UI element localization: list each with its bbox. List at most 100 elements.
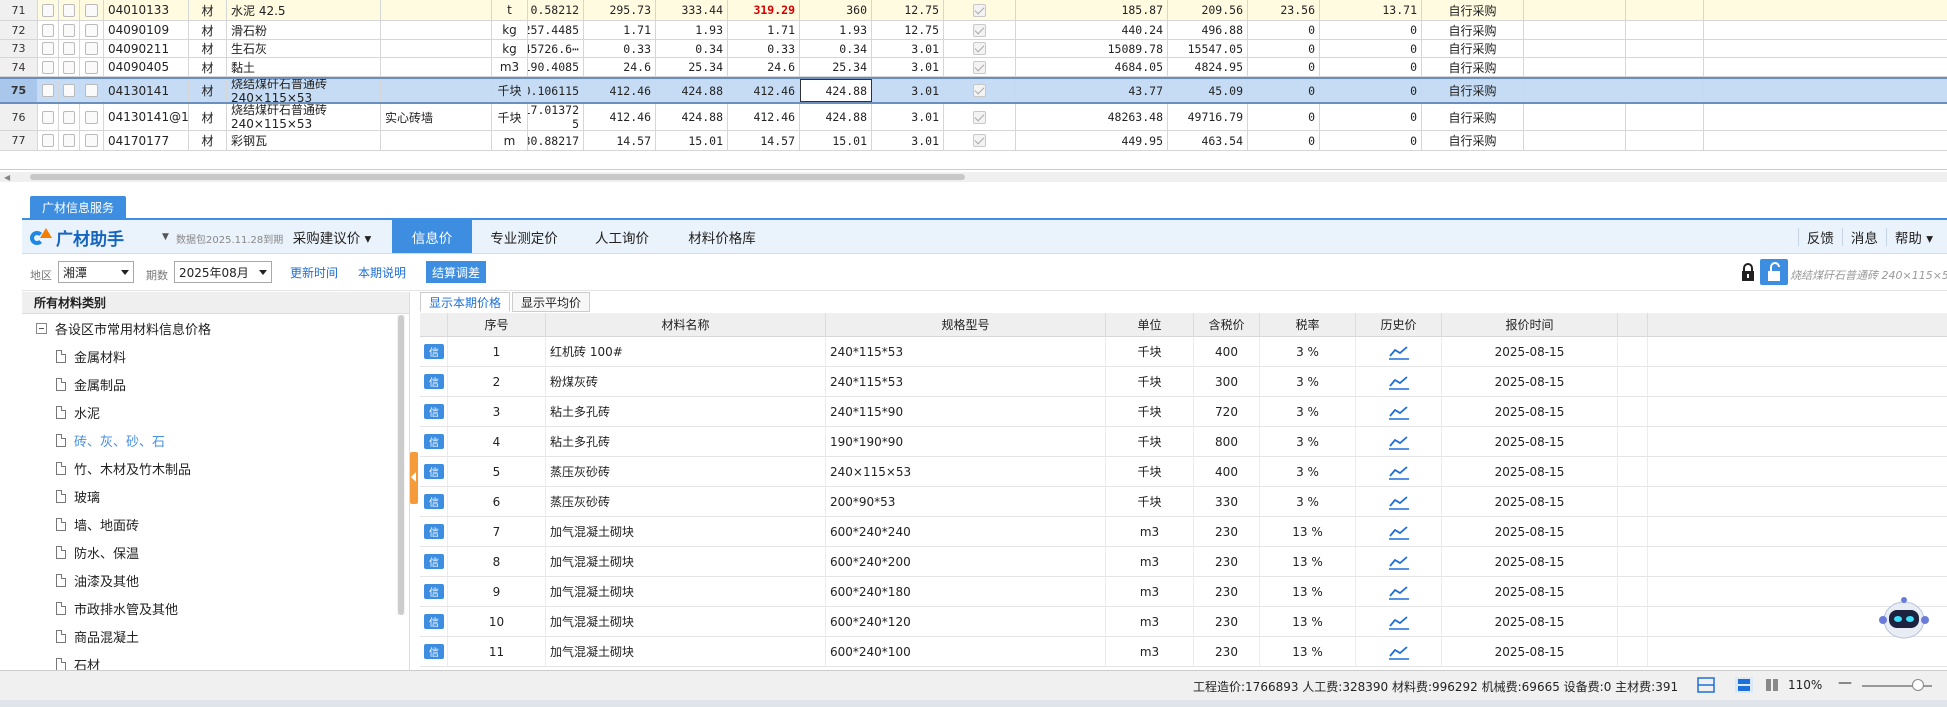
- checkbox[interactable]: [42, 3, 54, 17]
- table-row[interactable]: 信 2 粉煤灰砖 240*115*53 千块 300 3 % 2025-08-15: [420, 367, 1947, 397]
- tax-rate[interactable]: 3 %: [1260, 367, 1356, 396]
- tax-rate[interactable]: 12.75: [872, 21, 944, 39]
- feedback-link[interactable]: 反馈: [1797, 227, 1842, 247]
- tree-node[interactable]: 市政排水管及其他: [22, 594, 409, 622]
- row-checkbox-cell[interactable]: [80, 21, 104, 39]
- price-inc-tax[interactable]: 230: [1194, 547, 1260, 576]
- row-checkbox-cell[interactable]: [59, 0, 80, 20]
- tab-purchase-suggest-price[interactable]: 采购建议价 ▾: [272, 220, 392, 253]
- checkbox[interactable]: [85, 3, 98, 17]
- material-spec[interactable]: 600*240*240: [826, 517, 1106, 546]
- checkbox[interactable]: [42, 84, 54, 97]
- scrollbar-thumb[interactable]: [398, 315, 404, 615]
- material-name[interactable]: 加气混凝土砌块: [546, 577, 826, 606]
- lock-price-cell[interactable]: [944, 58, 1016, 76]
- checkbox[interactable]: [63, 84, 75, 97]
- row-seq[interactable]: 1: [448, 337, 546, 366]
- material-name[interactable]: 蒸压灰砂砖: [546, 457, 826, 486]
- guangcai-info-service-tab[interactable]: 广材信息服务: [30, 196, 127, 218]
- history-chart-icon[interactable]: [1388, 374, 1410, 390]
- market-price-inc-tax[interactable]: 25.34: [800, 58, 872, 76]
- history-chart-icon[interactable]: [1388, 584, 1410, 600]
- table-row[interactable]: 信 10 加气混凝土砌块 600*240*120 m3 230 13 % 2025-08-15: [420, 607, 1947, 637]
- tab-info-price[interactable]: 信息价: [392, 220, 472, 253]
- checkbox[interactable]: [85, 60, 98, 74]
- material-code[interactable]: 04170177: [104, 131, 189, 150]
- row-number[interactable]: 73: [0, 40, 38, 57]
- row-seq[interactable]: 2: [448, 367, 546, 396]
- checkbox[interactable]: [63, 23, 75, 37]
- material-quantity[interactable]: 45726.6⋯: [528, 40, 584, 57]
- material-name[interactable]: 烧结煤矸石普通砖 240×115×53: [227, 104, 381, 130]
- row-checkbox-cell[interactable]: [80, 0, 104, 20]
- table-row[interactable]: 信 11 加气混凝土砌块 600*240*100 m3 230 13 % 2025-08-15: [420, 637, 1947, 667]
- top-grid-row[interactable]: 73 04090211 材生石灰 kg 45726.6⋯ 0.33 0.34 0.33 0.34…: [0, 40, 1947, 58]
- tax-rate[interactable]: 3 %: [1260, 337, 1356, 366]
- material-spec[interactable]: 240*115*53: [826, 367, 1106, 396]
- checkbox[interactable]: [85, 110, 98, 124]
- checkbox-checked[interactable]: [973, 134, 986, 147]
- supply-method[interactable]: 自行采购: [1422, 21, 1524, 39]
- lock-price-cell[interactable]: [944, 104, 1016, 130]
- tax-rate[interactable]: 13 %: [1260, 607, 1356, 636]
- history-chart-icon[interactable]: [1388, 524, 1410, 540]
- material-name[interactable]: 加气混凝土砌块: [546, 607, 826, 636]
- row-checkbox-cell[interactable]: [59, 21, 80, 39]
- material-spec[interactable]: 240*115*53: [826, 337, 1106, 366]
- history-chart-icon[interactable]: [1388, 434, 1410, 450]
- material-spec[interactable]: 240×115×53: [826, 457, 1106, 486]
- info-price-badge[interactable]: 信: [424, 374, 444, 389]
- market-price-inc-tax[interactable]: 360: [800, 0, 872, 20]
- tax-rate[interactable]: 12.75: [872, 0, 944, 20]
- row-seq[interactable]: 6: [448, 487, 546, 516]
- tax-rate[interactable]: 13 %: [1260, 517, 1356, 546]
- tab-average-price[interactable]: 显示平均价: [512, 292, 591, 312]
- material-spec[interactable]: [381, 40, 492, 57]
- region-select[interactable]: 湘潭: [58, 261, 134, 283]
- tree-node[interactable]: 竹、木材及竹木制品: [22, 454, 409, 482]
- history-chart-icon[interactable]: [1388, 344, 1410, 360]
- material-spec[interactable]: 600*240*100: [826, 637, 1106, 666]
- material-quantity[interactable]: 30.88217: [528, 131, 584, 150]
- price-inc-tax[interactable]: 300: [1194, 367, 1260, 396]
- material-spec[interactable]: 600*240*200: [826, 547, 1106, 576]
- tab-material-price-library[interactable]: 材料价格库: [668, 220, 776, 253]
- row-checkbox-cell[interactable]: [80, 58, 104, 76]
- tax-rate[interactable]: 3 %: [1260, 487, 1356, 516]
- material-spec[interactable]: [381, 79, 492, 102]
- supply-method[interactable]: 自行采购: [1422, 131, 1524, 150]
- checkbox[interactable]: [85, 134, 98, 147]
- material-name[interactable]: 滑石粉: [227, 21, 381, 39]
- material-name[interactable]: 生石灰: [227, 40, 381, 57]
- material-spec[interactable]: 240*115*90: [826, 397, 1106, 426]
- horizontal-scrollbar[interactable]: ◀: [0, 172, 1947, 182]
- material-name[interactable]: 加气混凝土砌块: [546, 637, 826, 666]
- table-row[interactable]: 信 1 红机砖 100# 240*115*53 千块 400 3 % 2025-08-15: [420, 337, 1947, 367]
- row-checkbox-cell[interactable]: [38, 131, 59, 150]
- tree-root-node[interactable]: 各设区市常用材料信息价格: [22, 314, 409, 342]
- checkbox[interactable]: [85, 42, 98, 55]
- row-checkbox-cell[interactable]: [80, 104, 104, 130]
- top-grid-row[interactable]: 74 04090405 材黏土 m3 190.4085 24.6 25.34 24.6 25.3…: [0, 58, 1947, 77]
- row-checkbox-cell[interactable]: [38, 79, 59, 102]
- checkbox[interactable]: [42, 60, 54, 74]
- scroll-left-icon[interactable]: ◀: [4, 173, 10, 182]
- material-name[interactable]: 粘土多孔砖: [546, 397, 826, 426]
- info-price-badge[interactable]: 信: [424, 584, 444, 599]
- top-grid-row[interactable]: 77 04170177 材彩钢瓦 m 30.88217 14.57 15.01 14.57 15…: [0, 131, 1947, 151]
- material-quantity[interactable]: 117.013725: [528, 104, 584, 130]
- info-price-badge[interactable]: 信: [424, 344, 444, 359]
- row-seq[interactable]: 9: [448, 577, 546, 606]
- checkbox[interactable]: [42, 110, 54, 124]
- history-chart-icon[interactable]: [1388, 404, 1410, 420]
- table-row[interactable]: 信 5 蒸压灰砂砖 240×115×53 千块 400 3 % 2025-08-15: [420, 457, 1947, 487]
- info-price-badge[interactable]: 信: [424, 464, 444, 479]
- checkbox[interactable]: [42, 134, 54, 147]
- checkbox-checked[interactable]: [973, 3, 986, 17]
- info-price-badge[interactable]: 信: [424, 404, 444, 419]
- supply-method[interactable]: 自行采购: [1422, 0, 1524, 20]
- table-row[interactable]: 信 8 加气混凝土砌块 600*240*200 m3 230 13 % 2025-08-15: [420, 547, 1947, 577]
- zoom-out-icon[interactable]: —: [1838, 675, 1852, 691]
- unit[interactable]: 千块: [1106, 337, 1194, 366]
- material-spec[interactable]: 600*240*120: [826, 607, 1106, 636]
